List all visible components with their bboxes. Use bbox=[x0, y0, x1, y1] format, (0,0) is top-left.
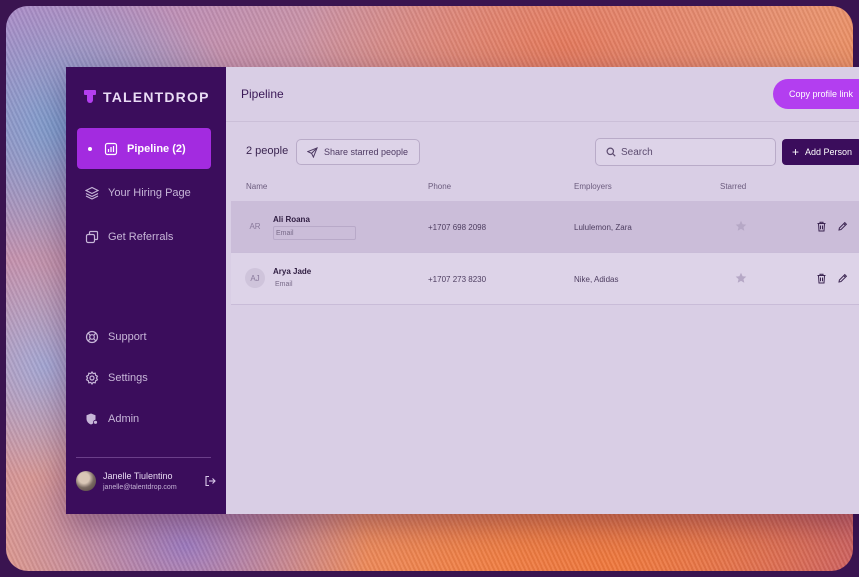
talentdrop-logo-icon bbox=[84, 90, 96, 104]
star-icon[interactable] bbox=[735, 220, 747, 232]
logout-icon[interactable] bbox=[204, 475, 216, 487]
sidebar: TALENTDROP Pipeline (2) Your Hiring Page bbox=[66, 67, 226, 514]
user-email: janelle@talentdrop.com bbox=[103, 484, 177, 491]
sidebar-item-hiring-page[interactable]: Your Hiring Page bbox=[77, 172, 211, 213]
person-name[interactable]: Ali Roana bbox=[273, 215, 310, 224]
avatar-initials: AJ bbox=[245, 268, 265, 288]
person-employers: Nike, Adidas bbox=[574, 275, 619, 284]
user-info: Janelle Tiulentino janelle@talentdrop.co… bbox=[103, 471, 197, 491]
column-header-starred[interactable]: Starred bbox=[720, 182, 746, 191]
person-email[interactable]: Email bbox=[273, 226, 356, 240]
sidebar-divider bbox=[76, 457, 211, 458]
sidebar-nav: Pipeline (2) Your Hiring Page Get Referr… bbox=[77, 128, 211, 260]
sidebar-bottom-nav: Support Settings Admin bbox=[77, 316, 211, 439]
column-header-phone[interactable]: Phone bbox=[428, 182, 451, 191]
plus-icon: + bbox=[792, 145, 800, 159]
sidebar-item-label: Settings bbox=[108, 371, 148, 384]
person-phone: +1707 273 8230 bbox=[428, 275, 487, 284]
brand-name: TALENTDROP bbox=[103, 89, 210, 105]
chart-icon bbox=[104, 142, 118, 156]
person-email[interactable]: Email bbox=[273, 278, 356, 292]
gear-icon bbox=[85, 370, 99, 385]
user-name: Janelle Tiulentino bbox=[103, 471, 173, 481]
avatar-initials: AR bbox=[249, 221, 261, 231]
sidebar-item-label: Get Referrals bbox=[108, 230, 174, 243]
sidebar-item-referrals[interactable]: Get Referrals bbox=[77, 216, 211, 257]
admin-icon bbox=[85, 412, 99, 426]
sidebar-item-label: Support bbox=[108, 330, 147, 343]
trash-icon[interactable] bbox=[816, 273, 827, 284]
copy-icon bbox=[85, 230, 99, 244]
person-name[interactable]: Arya Jade bbox=[273, 267, 311, 276]
avatar bbox=[76, 471, 96, 491]
people-count: 2 people bbox=[246, 145, 289, 157]
edit-icon[interactable] bbox=[837, 273, 848, 284]
share-starred-button[interactable]: Share starred people bbox=[296, 139, 420, 165]
header: Pipeline bbox=[226, 67, 859, 122]
sidebar-item-settings[interactable]: Settings bbox=[77, 357, 211, 398]
sidebar-item-support[interactable]: Support bbox=[77, 316, 211, 357]
search-icon bbox=[606, 147, 616, 157]
lifebuoy-icon bbox=[85, 330, 99, 344]
table-row[interactable]: AJ Arya Jade Email +1707 273 8230 Nike, … bbox=[231, 253, 859, 305]
add-person-button[interactable]: + Add Person bbox=[782, 139, 859, 165]
sidebar-item-admin[interactable]: Admin bbox=[77, 398, 211, 439]
share-starred-label: Share starred people bbox=[324, 147, 409, 157]
edit-icon[interactable] bbox=[837, 221, 848, 232]
sidebar-item-pipeline[interactable]: Pipeline (2) bbox=[77, 128, 211, 169]
send-icon bbox=[307, 146, 318, 158]
sidebar-item-label: Admin bbox=[108, 412, 140, 425]
people-table: Name Phone Employers Starred AR Ali Roan… bbox=[231, 174, 859, 305]
trash-icon[interactable] bbox=[816, 221, 827, 232]
brand-logo[interactable]: TALENTDROP bbox=[84, 89, 210, 105]
sidebar-item-label: Your Hiring Page bbox=[108, 186, 191, 199]
search-placeholder: Search bbox=[621, 146, 653, 158]
star-icon[interactable] bbox=[735, 272, 747, 284]
column-header-name[interactable]: Name bbox=[246, 182, 267, 191]
column-header-employers[interactable]: Employers bbox=[574, 182, 612, 191]
active-dot bbox=[88, 146, 92, 151]
user-profile[interactable]: Janelle Tiulentino janelle@talentdrop.co… bbox=[76, 471, 216, 491]
app-window: TALENTDROP Pipeline (2) Your Hiring Page bbox=[66, 67, 859, 514]
person-employers: Lululemon, Zara bbox=[574, 223, 632, 232]
table-row[interactable]: AR Ali Roana Email +1707 698 2098 Lulule… bbox=[231, 201, 859, 253]
main-content: Pipeline Copy profile link 2 people Shar… bbox=[226, 67, 859, 514]
add-person-label: Add Person bbox=[805, 147, 853, 157]
person-phone: +1707 698 2098 bbox=[428, 223, 487, 232]
search-input[interactable]: Search bbox=[595, 138, 776, 166]
sidebar-item-label: Pipeline (2) bbox=[127, 142, 186, 155]
table-header: Name Phone Employers Starred bbox=[231, 174, 859, 201]
page-title: Pipeline bbox=[241, 87, 284, 101]
layers-icon bbox=[85, 186, 99, 200]
copy-profile-link-button[interactable]: Copy profile link bbox=[773, 79, 859, 109]
